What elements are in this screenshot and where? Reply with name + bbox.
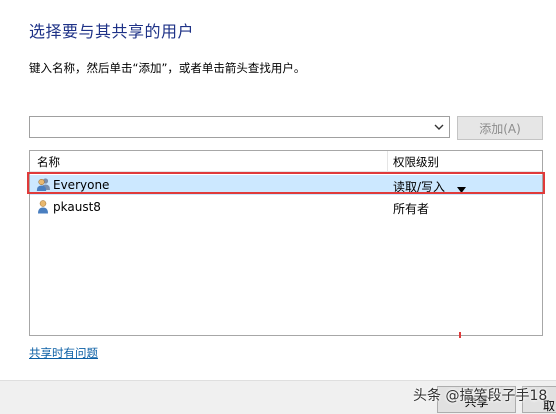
permission-level[interactable]: 所有者 (393, 200, 429, 217)
column-divider[interactable] (387, 151, 388, 171)
user-name: pkaust8 (53, 200, 101, 214)
watermark-text: 头条 @搞笑段子手18 (413, 388, 548, 404)
list-header: 名称 权限级别 (30, 151, 542, 172)
annotation-highlight-box (27, 172, 545, 194)
user-icon (36, 199, 50, 214)
annotation-mark (459, 332, 461, 338)
column-header-name[interactable]: 名称 (37, 154, 60, 170)
sharing-problems-link[interactable]: 共享时有问题 (29, 345, 98, 361)
user-name-combobox[interactable] (29, 116, 450, 138)
list-item-pkaust8[interactable]: pkaust8 所有者 (30, 197, 542, 217)
instruction-text: 键入名称，然后单击“添加”，或者单击箭头查找用户。 (29, 61, 306, 75)
chevron-down-icon[interactable] (433, 121, 445, 133)
add-button[interactable]: 添加(A) (457, 116, 543, 140)
column-header-permission[interactable]: 权限级别 (393, 154, 439, 170)
dialog-title: 选择要与其共享的用户 (29, 22, 195, 41)
